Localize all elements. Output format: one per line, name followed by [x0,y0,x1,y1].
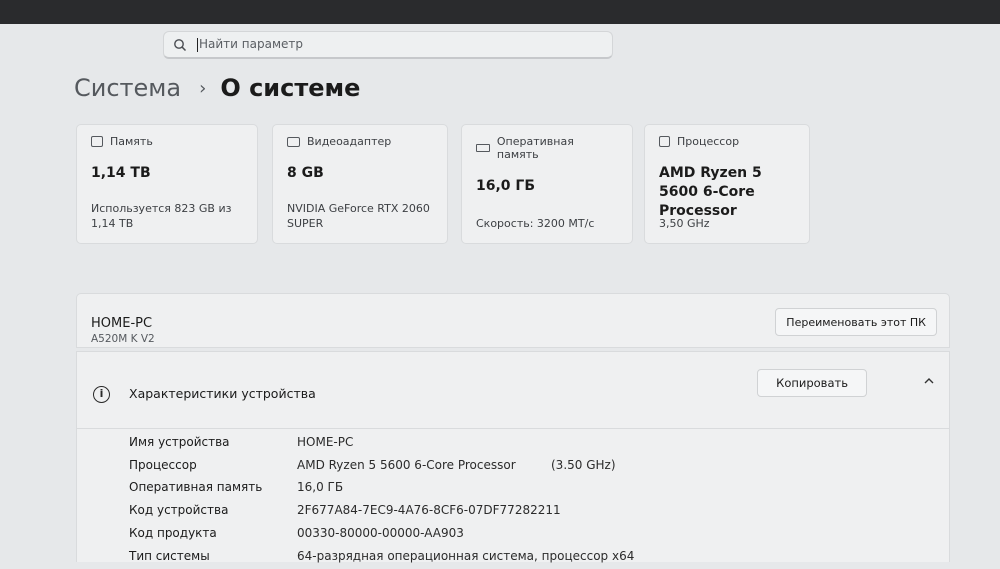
device-specs-title: Характеристики устройства [129,386,316,401]
card-label: Видеоадаптер [307,135,392,148]
breadcrumb-separator: › [199,77,207,99]
spec-value: 00330-80000-00000-AA903 [297,526,464,540]
gpu-icon [287,136,300,147]
card-subtext: Скорость: 3200 MT/c [476,217,595,230]
spec-label: Процессор [129,458,197,472]
spec-row: Имя устройства HOME-PC [129,435,929,455]
ram-card[interactable]: Оперативная память 16,0 ГБ Скорость: 320… [461,124,633,244]
page-title: О системе [220,74,361,102]
divider [77,428,949,429]
card-subtext: NVIDIA GeForce RTX 2060 SUPER [287,202,430,230]
spec-row: Оперативная память 16,0 ГБ [129,480,929,500]
breadcrumb-parent[interactable]: Система [74,74,181,102]
spec-row: Код продукта 00330-80000-00000-AA903 [129,526,929,546]
spec-value: 16,0 ГБ [297,480,344,494]
rename-pc-button[interactable]: Переименовать этот ПК [775,308,937,336]
search-input[interactable]: Найти параметр [199,37,303,51]
device-name-row: HOME-PC A520M K V2 Переименовать этот ПК [76,293,950,348]
breadcrumb: Система › О системе [74,74,360,102]
search-box[interactable]: Найти параметр [163,31,613,59]
spec-label: Оперативная память [129,480,263,494]
card-subtext: 3,50 GHz [659,217,710,230]
spec-extra: (3.50 GHz) [551,458,616,472]
gpu-card[interactable]: Видеоадаптер 8 GB NVIDIA GeForce RTX 206… [272,124,448,244]
spec-value: HOME-PC [297,435,354,449]
chevron-up-icon[interactable] [919,371,939,391]
storage-card[interactable]: Память 1,14 TB Используется 823 GB из 1,… [76,124,258,244]
card-value: 8 GB [287,165,324,181]
spec-row: Тип системы 64-разрядная операционная си… [129,549,929,569]
spec-row: Процессор AMD Ryzen 5 5600 6-Core Proces… [129,458,929,478]
card-value: 16,0 ГБ [476,178,536,194]
cpu-card[interactable]: Процессор AMD Ryzen 5 5600 6-Core Proces… [644,124,810,244]
device-specs-panel: i Характеристики устройства Копировать И… [76,351,950,563]
spec-row: Код устройства 2F677A84-7EC9-4A76-8CF6-0… [129,503,929,523]
copy-button[interactable]: Копировать [757,369,867,397]
info-icon: i [93,386,110,403]
cpu-icon [659,136,670,147]
card-subtext: Используется 823 GB из 1,14 TB [91,202,232,230]
spec-value: 64-разрядная операционная система, проце… [297,549,635,563]
card-label: Память [110,135,153,148]
storage-icon [91,136,103,147]
spec-label: Код продукта [129,526,217,540]
spec-label: Код устройства [129,503,229,517]
card-value: AMD Ryzen 5 5600 6-Core Processor [659,165,762,219]
device-name: HOME-PC [91,316,153,331]
card-value: 1,14 TB [91,165,151,181]
search-icon [173,38,187,52]
spec-value: 2F677A84-7EC9-4A76-8CF6-07DF77282211 [297,503,561,517]
card-label: Оперативная память [496,135,574,161]
text-caret [197,37,198,52]
screen-bezel [0,0,1000,24]
spec-label: Тип системы [129,549,210,563]
device-model: A520M K V2 [91,333,155,345]
spec-label: Имя устройства [129,435,230,449]
ram-icon [476,144,490,152]
device-specs-header[interactable]: i Характеристики устройства Копировать [77,352,949,428]
spec-value: AMD Ryzen 5 5600 6-Core Processor [297,458,516,472]
card-label: Процессор [677,135,740,148]
